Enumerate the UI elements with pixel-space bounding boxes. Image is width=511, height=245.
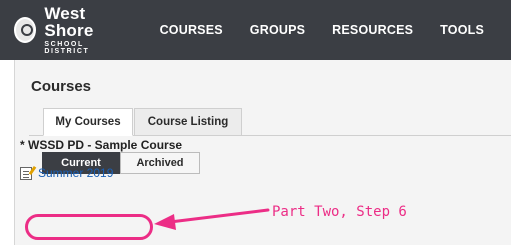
- nav-tools[interactable]: TOOLS: [440, 23, 484, 37]
- district-logo[interactable]: West Shore SCHOOL DISTRICT: [14, 5, 124, 55]
- main-nav: COURSES GROUPS RESOURCES TOOLS: [160, 23, 511, 37]
- nav-resources[interactable]: RESOURCES: [332, 23, 413, 37]
- annotation-highlight-oval: [25, 214, 153, 240]
- tab-course-listing[interactable]: Course Listing: [134, 108, 242, 136]
- edit-document-icon: [20, 166, 32, 180]
- filter-archived-button[interactable]: Archived: [120, 152, 200, 174]
- top-navigation-bar: West Shore SCHOOL DISTRICT COURSES GROUP…: [0, 0, 511, 60]
- term-link-summer-2019[interactable]: Summer 2019: [20, 166, 113, 180]
- annotation-arrow-icon: [154, 208, 270, 230]
- tab-my-courses[interactable]: My Courses: [43, 108, 133, 136]
- district-seal-icon: [14, 17, 37, 43]
- nav-courses[interactable]: COURSES: [160, 23, 223, 37]
- logo-title: West Shore: [44, 4, 94, 40]
- term-link-label: Summer 2019: [38, 166, 114, 180]
- course-name: * WSSD PD - Sample Course: [20, 138, 183, 152]
- logo-subtitle: SCHOOL DISTRICT: [44, 41, 90, 55]
- page-title: Courses: [31, 78, 92, 95]
- annotation-text: Part Two, Step 6: [272, 204, 407, 220]
- nav-groups[interactable]: GROUPS: [250, 23, 305, 37]
